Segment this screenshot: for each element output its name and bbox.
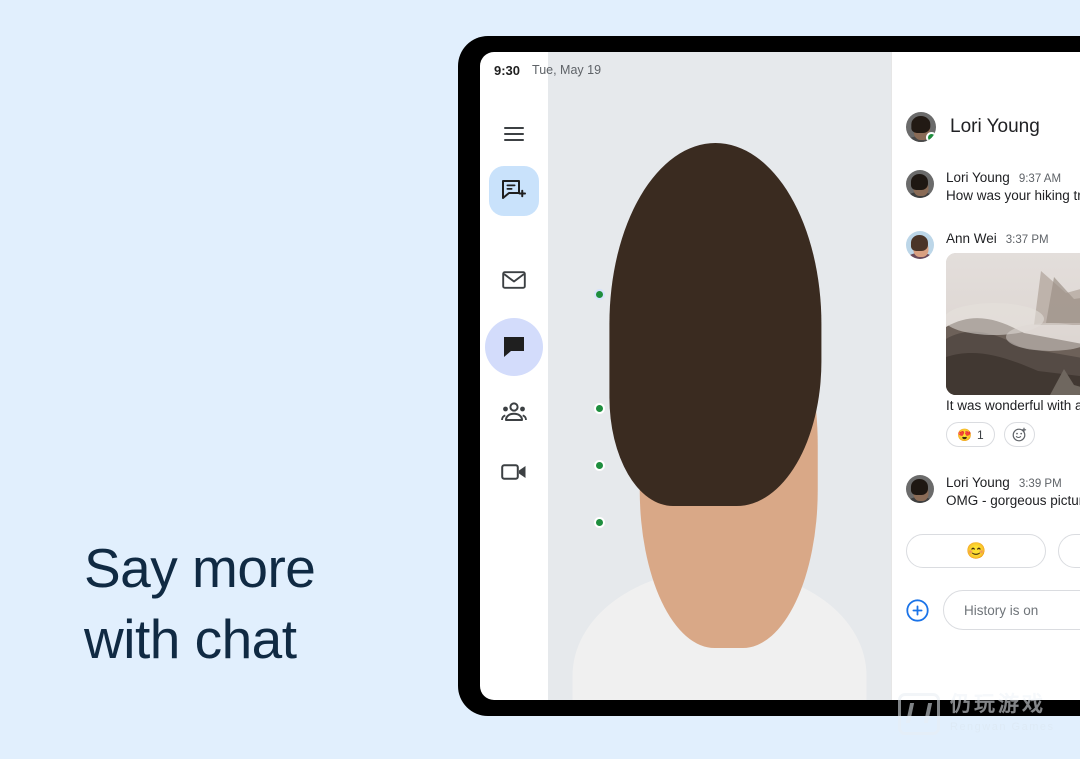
composer-input[interactable]: History is on: [943, 590, 1080, 630]
new-chat-button[interactable]: [489, 166, 539, 216]
avatar-art: [548, 52, 891, 700]
presence-indicator: [594, 289, 605, 300]
page-title: Say more with chat: [84, 537, 316, 670]
device-frame: 9:30 Tue, May 19 Lori Young Lori Young 9…: [458, 36, 1080, 716]
chat-bubble-icon: [502, 335, 526, 359]
avatar-art: [906, 170, 934, 198]
heart-eyes-reaction[interactable]: 😍 1: [946, 422, 995, 447]
message-time: 9:37 AM: [1018, 173, 1062, 185]
avatar-art: [906, 475, 934, 503]
add-reaction-button[interactable]: [1003, 422, 1035, 447]
message-sender: Lori Young: [946, 170, 1010, 185]
message-text: OMG - gorgeous picture!: [946, 493, 1080, 508]
watermark-en: Rengwan Games: [950, 721, 1055, 734]
message-item: Lori Young 9:37 AM How was your hiking tri…: [892, 170, 1080, 203]
message-meta: Lori Young 9:37 AM: [946, 170, 1080, 185]
hamburger-menu-button[interactable]: [490, 110, 538, 158]
smart-reply-row: 😊 Thanks!: [892, 534, 1080, 568]
status-date: Tue, May 19: [532, 63, 602, 77]
message-item: Ann Wei 3:37 PM It was wonderful with a ch…: [892, 231, 1080, 447]
message-item: Lori Young 3:39 PM OMG - gorgeous picture!: [892, 475, 1080, 508]
message-text: It was wonderful with a cha: [946, 398, 1080, 413]
avatar: [906, 231, 934, 259]
avatar[interactable]: [548, 52, 891, 700]
reaction-row: 😍 1: [946, 422, 1080, 447]
conversation-title: Lori Young: [950, 116, 1040, 137]
video-camera-icon: [501, 463, 527, 481]
avatar: [906, 475, 934, 503]
add-circle-icon[interactable]: [906, 598, 929, 622]
message-meta: Lori Young 3:39 PM: [946, 475, 1080, 490]
spaces-nav-button[interactable]: [490, 388, 538, 436]
reaction-count: 1: [976, 427, 984, 442]
reaction-emoji: 😍: [957, 427, 972, 442]
message-photo[interactable]: [946, 253, 1080, 395]
message-sender: Ann Wei: [946, 231, 997, 246]
meet-nav-button[interactable]: [490, 448, 538, 496]
message-body: Lori Young 9:37 AM How was your hiking tri…: [946, 170, 1080, 203]
avatar: [906, 170, 934, 198]
conversation-header: Lori Young: [892, 98, 1080, 142]
message-list: Lori Young 9:37 AM How was your hiking tri…: [892, 170, 1080, 508]
search-input[interactable]: Search in chat and spaces: [548, 52, 891, 700]
smart-reply-smile[interactable]: 😊: [906, 534, 1046, 568]
message-time: 3:39 PM: [1018, 478, 1062, 490]
new-chat-icon: [501, 178, 527, 204]
message-time: 3:37 PM: [1005, 234, 1049, 246]
hamburger-icon: [503, 125, 525, 143]
status-bar: 9:30 Tue, May 19: [480, 52, 1080, 88]
presence-indicator: [926, 132, 936, 142]
avatar-art: [906, 231, 934, 259]
chat-nav-button[interactable]: [485, 318, 543, 376]
message-body: Ann Wei 3:37 PM It was wonderful with a ch…: [946, 231, 1080, 447]
chat-list-panel: Search in chat and spaces PinnedJanice C…: [548, 52, 892, 700]
device-screen: 9:30 Tue, May 19 Lori Young Lori Young 9…: [480, 52, 1080, 700]
message-composer: History is on: [892, 590, 1080, 630]
mail-nav-button[interactable]: [490, 256, 538, 304]
conversation-panel: Lori Young Lori Young 9:37 AM How was your…: [892, 52, 1080, 700]
smart-reply-thanks[interactable]: Thanks!: [1058, 534, 1080, 568]
status-time: 9:30: [494, 62, 521, 78]
message-sender: Lori Young: [946, 475, 1010, 490]
presence-indicator: [594, 517, 605, 528]
people-group-icon: [501, 402, 527, 422]
add-reaction-icon: [1012, 427, 1026, 442]
conversation-avatar[interactable]: [906, 112, 936, 142]
message-body: Lori Young 3:39 PM OMG - gorgeous picture!: [946, 475, 1080, 508]
presence-indicator: [594, 403, 605, 414]
message-meta: Ann Wei 3:37 PM: [946, 231, 1080, 246]
message-text: How was your hiking trip?: [946, 188, 1080, 203]
mail-icon: [502, 270, 526, 290]
navigation-rail: [480, 52, 548, 700]
presence-indicator: [594, 460, 605, 471]
